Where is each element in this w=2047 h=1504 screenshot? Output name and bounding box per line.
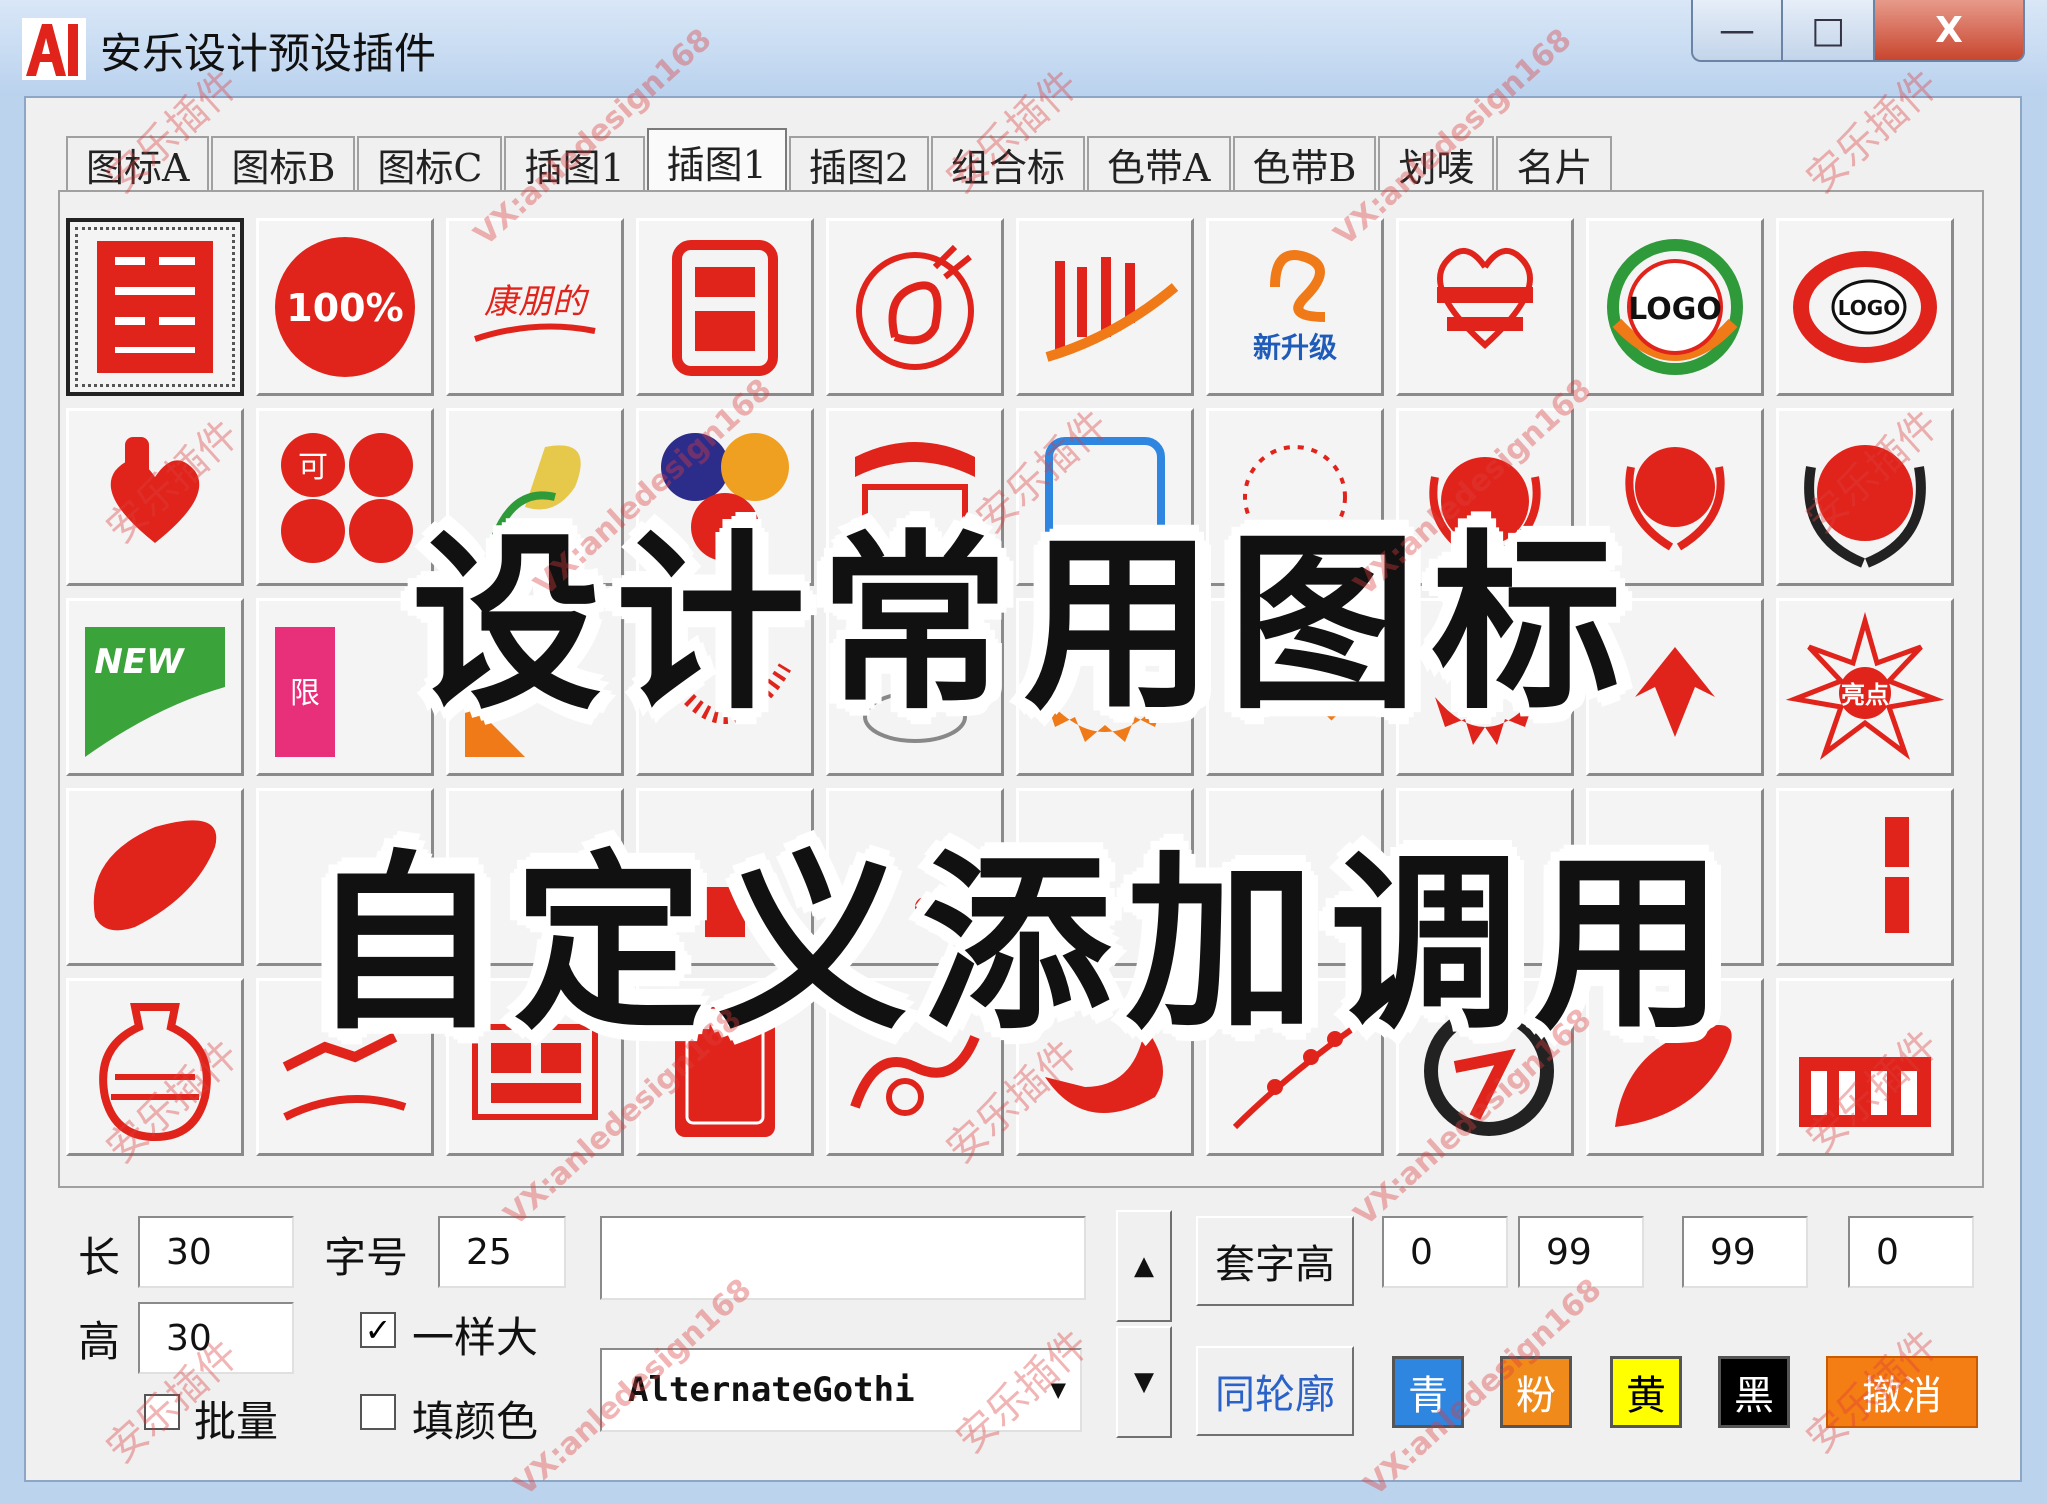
length-label: 长 <box>78 1233 121 1282</box>
same-size-checkbox[interactable]: ✓ <box>360 1312 396 1348</box>
font-size-label: 字号 <box>324 1233 409 1282</box>
tab-strip: 图标A 图标B 图标C 插图1 插图1 插图2 组合标 色带A 色带B 划唛 名… <box>66 128 1614 192</box>
icon-tile-brush-text[interactable] <box>1016 218 1194 396</box>
cyan-button[interactable]: 青 <box>1392 1356 1464 1428</box>
icon-tile-100-percent[interactable]: 100% <box>256 218 434 396</box>
heart-text-icon <box>1437 248 1533 350</box>
overlay-subheadline: 自定义添加调用 <box>309 834 1738 1055</box>
cmyk-c-input[interactable]: 0 <box>1382 1216 1508 1288</box>
logo-swirl-icon: LOGO <box>1793 251 1937 363</box>
maximize-button[interactable]: □ <box>1783 0 1875 62</box>
close-icon: X <box>1935 9 1963 51</box>
scroll-up-button[interactable]: ▲ <box>1116 1210 1172 1322</box>
tab-ribbon-b[interactable]: 色带B <box>1232 136 1377 190</box>
icon-tile-heart-text[interactable] <box>1396 218 1574 396</box>
logo-ring-icon: LOGO <box>1607 239 1743 375</box>
tab-business-card[interactable]: 名片 <box>1496 136 1613 190</box>
title-bar: 安乐设计预设插件 — □ X <box>0 0 2047 96</box>
icon-tile-calligraphy[interactable]: 康朋的 <box>446 218 624 396</box>
calligraphy-text-icon: 康朋的 <box>474 282 596 342</box>
icon-tile-seal[interactable] <box>66 218 244 396</box>
overlay-headline: 设计常用图标 <box>411 514 1636 735</box>
font-size-input[interactable]: 25 <box>438 1216 566 1288</box>
upgrade-text: 新升级 <box>1253 331 1337 364</box>
tab-shipping-mark[interactable]: 划唛 <box>1378 136 1495 190</box>
app-window: 安乐设计预设插件 — □ X 图标A 图标B 图标C 插图1 插图1 插图2 组… <box>0 0 2047 1504</box>
window-title: 安乐设计预设插件 <box>100 29 437 78</box>
scroll-down-button[interactable]: ▼ <box>1116 1326 1172 1438</box>
font-select[interactable]: AlternateGothi ▼ <box>600 1348 1082 1432</box>
badge-text: 100% <box>286 286 403 330</box>
hand-emblem-icon <box>856 244 974 370</box>
100-percent-badge-icon: 100% <box>275 237 415 377</box>
close-button[interactable]: X <box>1875 0 2025 62</box>
options-bar: 长 30 高 30 批量 字号 25 ✓ 一样大 填颜色 AlternateGo… <box>26 1198 2024 1478</box>
fit-height-button[interactable]: 套字高 <box>1196 1216 1354 1306</box>
chevron-down-icon: ▼ <box>1050 1375 1066 1405</box>
window-controls: — □ X <box>1691 0 2025 64</box>
icon-tile-logo-swirl[interactable]: LOGO <box>1776 218 1954 396</box>
tab-icon-c[interactable]: 图标C <box>357 136 503 190</box>
app-logo-icon <box>22 18 86 80</box>
tab-illustration-1a[interactable]: 插图1 <box>504 136 645 190</box>
framed-stamp-icon <box>672 240 778 376</box>
cmyk-m-input[interactable]: 99 <box>1518 1216 1644 1288</box>
height-input[interactable]: 30 <box>138 1302 294 1374</box>
icon-tile-logo-ring[interactable]: LOGO <box>1586 218 1764 396</box>
client-area: 图标A 图标B 图标C 插图1 插图1 插图2 组合标 色带A 色带B 划唛 名… <box>24 96 2022 1482</box>
tab-illustration-1[interactable]: 插图1 <box>646 128 787 192</box>
text-input[interactable] <box>600 1216 1086 1300</box>
tab-icon-a[interactable]: 图标A <box>66 136 210 190</box>
tab-icon-b[interactable]: 图标B <box>211 136 356 190</box>
tab-ribbon-a[interactable]: 色带A <box>1087 136 1231 190</box>
brush-text-icon <box>1045 257 1179 362</box>
font-select-value: AlternateGothi <box>628 1370 915 1410</box>
maximize-icon: □ <box>1810 9 1845 51</box>
magenta-button[interactable]: 粉 <box>1500 1356 1572 1428</box>
logo-text: LOGO <box>1628 292 1722 327</box>
length-input[interactable]: 30 <box>138 1216 294 1288</box>
new-upgrade-icon: 新升级 <box>1253 250 1337 364</box>
calligraphy-text: 康朋的 <box>484 282 590 322</box>
icon-tile-stamp[interactable] <box>636 218 814 396</box>
undo-button[interactable]: 撤消 <box>1826 1356 1978 1428</box>
minimize-icon: — <box>1719 9 1755 51</box>
same-size-label: 一样大 <box>412 1313 539 1362</box>
fill-color-label: 填颜色 <box>412 1397 539 1446</box>
cmyk-k-input[interactable]: 0 <box>1848 1216 1974 1288</box>
batch-checkbox[interactable] <box>144 1394 180 1430</box>
square-seal-icon <box>97 241 213 373</box>
icon-tile-hand-emblem[interactable] <box>826 218 1004 396</box>
fill-color-checkbox[interactable] <box>360 1394 396 1430</box>
logo-text-2: LOGO <box>1838 296 1900 320</box>
black-button[interactable]: 黑 <box>1718 1356 1790 1428</box>
height-label: 高 <box>78 1317 121 1366</box>
icon-tile-new-upgrade[interactable]: 新升级 <box>1206 218 1384 396</box>
same-outline-button[interactable]: 同轮廓 <box>1196 1346 1354 1436</box>
tab-illustration-2[interactable]: 插图2 <box>788 136 930 190</box>
cmyk-y-input[interactable]: 99 <box>1682 1216 1808 1288</box>
tab-combo-logo[interactable]: 组合标 <box>931 136 1086 190</box>
batch-label: 批量 <box>194 1397 279 1446</box>
minimize-button[interactable]: — <box>1691 0 1783 62</box>
yellow-button[interactable]: 黄 <box>1610 1356 1682 1428</box>
